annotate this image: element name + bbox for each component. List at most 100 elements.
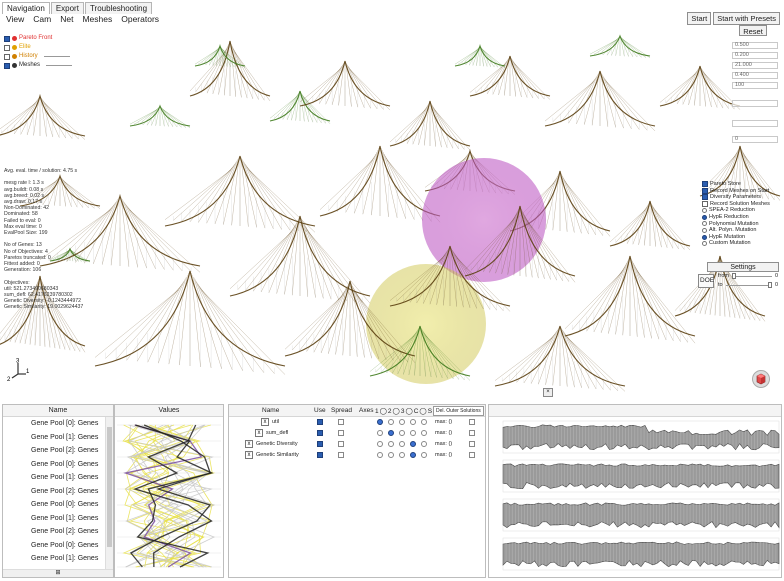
- remove-objective-button[interactable]: x: [255, 429, 263, 437]
- start-with-presets-button[interactable]: Start with Presets: [713, 12, 780, 25]
- axis-radio-4[interactable]: [410, 452, 416, 458]
- option-hype-mutation[interactable]: HypE Mutation: [702, 234, 780, 241]
- start-button[interactable]: Start: [687, 12, 712, 25]
- axis-radio-2[interactable]: [388, 419, 394, 425]
- max-checkbox[interactable]: [469, 452, 475, 458]
- spread-checkbox[interactable]: [338, 430, 344, 436]
- parameter-field[interactable]: 21.000: [732, 62, 778, 69]
- menu-operators[interactable]: Operators: [121, 14, 159, 24]
- slider-thumb-icon[interactable]: [767, 282, 772, 288]
- radio-button[interactable]: [702, 234, 707, 240]
- header-name[interactable]: Name: [262, 407, 279, 414]
- history-checkbox[interactable]: [4, 53, 10, 60]
- remove-objective-button[interactable]: x: [245, 451, 253, 459]
- use-checkbox[interactable]: [317, 419, 323, 425]
- parameter-field[interactable]: [732, 120, 778, 127]
- axis-radio-1[interactable]: [377, 452, 383, 458]
- option-custom-mutation[interactable]: Custom Mutation: [702, 240, 780, 247]
- reset-button[interactable]: Reset: [739, 25, 767, 36]
- pareto-front-checkbox[interactable]: [4, 35, 10, 42]
- slider-thumb-icon[interactable]: [732, 273, 736, 279]
- parameter-field[interactable]: 0: [732, 136, 778, 143]
- axis-radio-5[interactable]: [421, 430, 427, 436]
- checkbox[interactable]: [702, 181, 708, 188]
- gene-pool-row[interactable]: Gene Pool [2]: Genes: [3, 485, 113, 499]
- horizontal-scrollbar[interactable]: ⊞: [3, 569, 113, 577]
- option-polynomial-mutation[interactable]: Polynomial Mutation: [702, 221, 780, 228]
- max-checkbox[interactable]: [469, 441, 475, 447]
- gene-pool-row[interactable]: Gene Pool [0]: Genes: [3, 539, 113, 553]
- remove-objective-button[interactable]: x: [245, 440, 253, 448]
- menu-net[interactable]: Net: [60, 14, 73, 24]
- gene-pool-row[interactable]: Gene Pool [0]: Genes: [3, 458, 113, 472]
- to-slider[interactable]: [725, 282, 772, 288]
- scroll-thumb[interactable]: [107, 427, 112, 547]
- axis-radio-1[interactable]: [377, 419, 383, 425]
- parameter-field[interactable]: [732, 100, 778, 107]
- objective-row[interactable]: x Genetic Diversity max: (): [229, 439, 485, 450]
- objective-row[interactable]: x sum_defl max: (): [229, 428, 485, 439]
- delete-outer-solutions-button[interactable]: Del. Outer Solutions: [433, 406, 484, 416]
- tab-navigation[interactable]: Navigation: [2, 2, 50, 14]
- gene-pool-row[interactable]: Gene Pool [2]: Genes: [3, 525, 113, 539]
- objective-row[interactable]: x util max: (): [229, 417, 485, 428]
- vertical-scrollbar[interactable]: [105, 417, 113, 569]
- elite-checkbox[interactable]: [4, 44, 10, 51]
- parameter-field[interactable]: 0.500: [732, 42, 778, 49]
- history-slider[interactable]: [43, 56, 70, 57]
- settings-button[interactable]: Settings: [707, 262, 779, 272]
- from-slider[interactable]: [732, 273, 772, 279]
- axis-radio-1[interactable]: [377, 430, 383, 436]
- menu-cam[interactable]: Cam: [33, 14, 51, 24]
- view-cube-icon[interactable]: [752, 370, 770, 388]
- close-icon[interactable]: ×: [543, 388, 553, 397]
- axis-radio-5[interactable]: [421, 441, 427, 447]
- max-checkbox[interactable]: [469, 419, 475, 425]
- radio-button[interactable]: [702, 241, 707, 247]
- name-column-header[interactable]: Name: [3, 405, 113, 417]
- spread-checkbox[interactable]: [338, 419, 344, 425]
- option-alt-polyn-mutation[interactable]: Alt. Polyn. Mutation: [702, 227, 780, 234]
- axis-radio-3[interactable]: [399, 441, 405, 447]
- meshes-checkbox[interactable]: [4, 62, 10, 69]
- parameter-field[interactable]: 0.200: [732, 52, 778, 59]
- tab-export[interactable]: Export: [50, 2, 84, 14]
- parameter-field[interactable]: 0.400: [732, 72, 778, 79]
- checkbox[interactable]: [702, 201, 708, 208]
- axis-radio-2[interactable]: [388, 441, 394, 447]
- doe-button[interactable]: DOE: [698, 274, 714, 288]
- gene-pool-row[interactable]: Gene Pool [0]: Genes: [3, 498, 113, 512]
- axis-radio-5[interactable]: [421, 419, 427, 425]
- radio-button[interactable]: [702, 214, 707, 220]
- parameter-field[interactable]: 100: [732, 82, 778, 89]
- objective-row[interactable]: x Genetic Similarity max: (): [229, 450, 485, 461]
- axis-radio-2[interactable]: [388, 452, 394, 458]
- axis-radio-3[interactable]: [399, 452, 405, 458]
- meshes-slider[interactable]: [46, 65, 73, 66]
- checkbox[interactable]: [702, 194, 708, 201]
- header-axes[interactable]: Axes: [359, 407, 373, 414]
- radio-button[interactable]: [702, 208, 707, 214]
- legend-item-pareto-front[interactable]: Pareto Front: [4, 34, 72, 43]
- values-column-header[interactable]: Values: [115, 405, 223, 417]
- legend-item-elite[interactable]: Elite: [4, 43, 72, 52]
- header-spread[interactable]: Spread: [331, 407, 352, 414]
- axis-radio-3[interactable]: [399, 419, 405, 425]
- use-checkbox[interactable]: [317, 430, 323, 436]
- radio-button[interactable]: [702, 221, 707, 227]
- menu-meshes[interactable]: Meshes: [82, 14, 112, 24]
- max-checkbox[interactable]: [469, 430, 475, 436]
- gene-pool-row[interactable]: Gene Pool [1]: Genes: [3, 471, 113, 485]
- radio-button[interactable]: [702, 227, 707, 233]
- gene-pool-row[interactable]: Gene Pool [1]: Genes: [3, 512, 113, 526]
- checkbox[interactable]: [702, 187, 708, 194]
- option-pareto-store[interactable]: Pareto Store: [702, 181, 780, 188]
- use-checkbox[interactable]: [317, 441, 323, 447]
- gene-pool-row[interactable]: Gene Pool [1]: Genes: [3, 552, 113, 566]
- gene-pool-row[interactable]: Gene Pool [2]: Genes: [3, 444, 113, 458]
- objective-history-plots[interactable]: [489, 417, 781, 577]
- gene-pool-row[interactable]: Gene Pool [0]: Genes: [3, 417, 113, 431]
- legend-item-history[interactable]: History: [4, 52, 72, 61]
- axis-radio-2[interactable]: [388, 430, 394, 436]
- spread-checkbox[interactable]: [338, 452, 344, 458]
